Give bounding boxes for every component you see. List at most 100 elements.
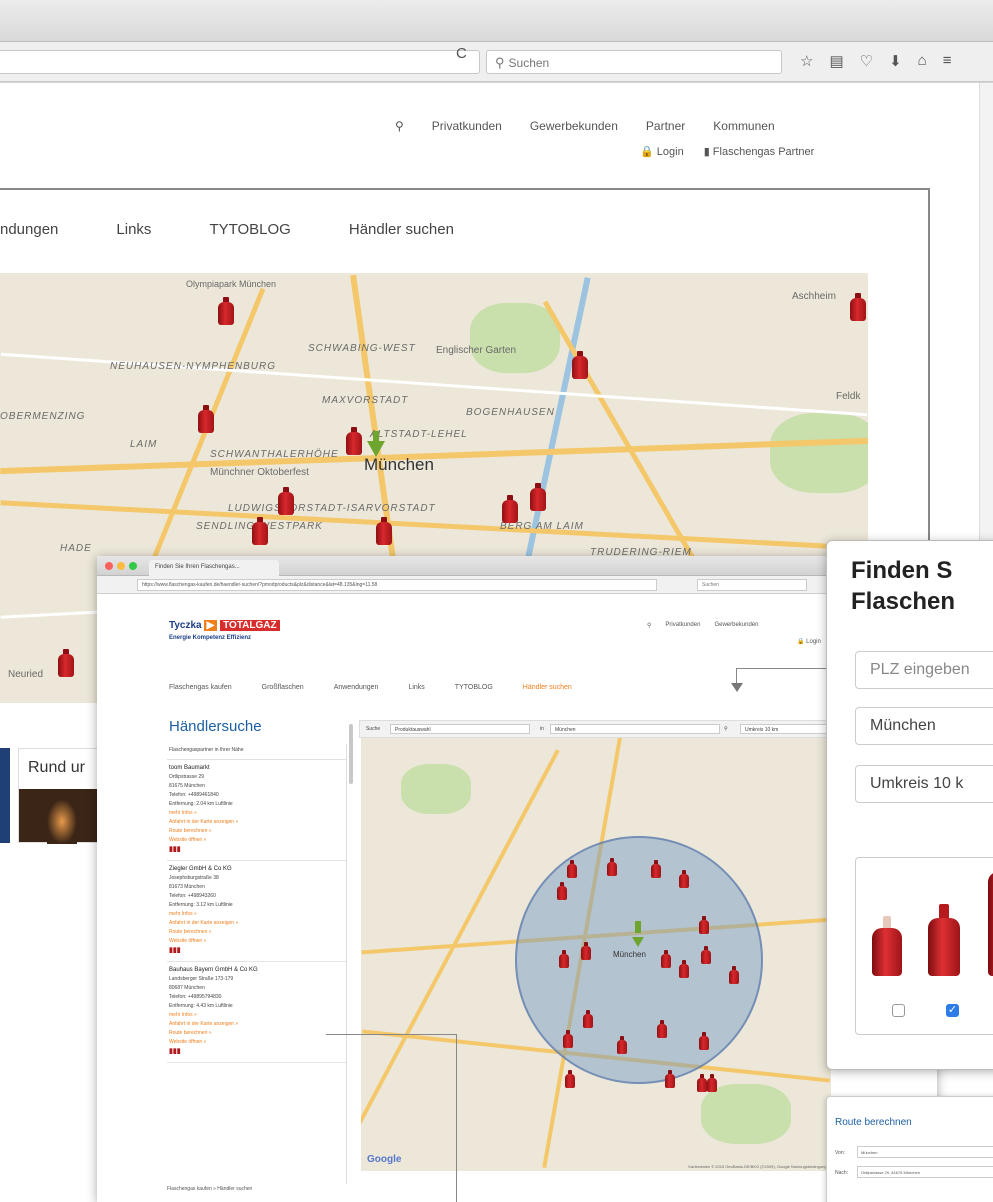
search-icon[interactable]: ⚲	[647, 622, 651, 629]
gas-bottle-marker-icon[interactable]	[557, 882, 567, 900]
nav-tytoblog[interactable]: TYTOBLOG	[455, 684, 493, 691]
gas-bottle-marker-icon[interactable]	[583, 1010, 593, 1028]
search-icon[interactable]: ⚲	[395, 119, 404, 133]
dealer-website-link[interactable]: Website öffnen »	[169, 937, 344, 946]
pocket-icon[interactable]: ♡	[860, 52, 873, 70]
gas-bottle-marker-icon[interactable]	[679, 960, 689, 978]
gas-bottle-marker-icon[interactable]	[58, 649, 74, 677]
inset-url-bar[interactable]: https://www.flaschengas-kaufen.de/haendl…	[137, 579, 657, 591]
reload-icon[interactable]: C	[456, 45, 467, 62]
gas-bottle-marker-icon[interactable]	[661, 950, 671, 968]
login-link[interactable]: 🔒 Login	[797, 638, 821, 645]
bottle-small-checkbox[interactable]	[892, 1004, 905, 1017]
plz-input[interactable]: PLZ eingeben	[855, 651, 993, 689]
gas-bottle-marker-icon[interactable]	[278, 487, 294, 515]
star-icon[interactable]: ☆	[800, 52, 813, 70]
nav-gewerbekunden[interactable]: Gewerbekunden	[714, 622, 758, 629]
dealer-map-link[interactable]: Anfahrt in der Karte anzeigen »	[169, 919, 344, 928]
gas-bottle-marker-icon[interactable]	[502, 495, 518, 523]
gas-bottle-marker-icon[interactable]	[699, 1032, 709, 1050]
gas-bottle-marker-icon[interactable]	[252, 517, 268, 545]
gas-bottle-marker-icon[interactable]	[607, 858, 617, 876]
menu-icon[interactable]: ≡	[943, 52, 952, 70]
nav-anwendungen[interactable]: ndungen	[0, 221, 58, 238]
nav-kommunen[interactable]: Kommunen	[713, 119, 774, 133]
dealer-info-link[interactable]: mehr Infos »	[169, 910, 344, 919]
nav-links[interactable]: Links	[408, 684, 424, 691]
gas-bottle-marker-icon[interactable]	[567, 860, 577, 878]
gas-bottle-marker-icon[interactable]	[376, 517, 392, 545]
breadcrumb[interactable]: Flaschengas kaufen » Händler suchen	[167, 1186, 252, 1192]
gas-bottle-marker-icon[interactable]	[729, 966, 739, 984]
dealer-map-link[interactable]: Anfahrt in der Karte anzeigen »	[169, 1020, 344, 1029]
gas-bottle-marker-icon[interactable]	[699, 916, 709, 934]
nav-privatkunden[interactable]: Privatkunden	[665, 622, 700, 629]
gas-bottle-marker-icon[interactable]	[559, 950, 569, 968]
gas-bottle-marker-icon[interactable]	[665, 1070, 675, 1088]
gas-bottle-marker-icon[interactable]	[563, 1030, 573, 1048]
gas-bottle-marker-icon[interactable]	[701, 946, 711, 964]
gas-bottle-small-icon	[872, 916, 902, 976]
nav-haendler-suchen[interactable]: Händler suchen	[523, 684, 572, 691]
gas-bottle-marker-icon[interactable]	[565, 1070, 575, 1088]
dealer-list[interactable]: Flaschengaspartner in Ihrer Nähe toom Ba…	[167, 744, 347, 1184]
bookmarks-icon[interactable]: ▤	[829, 52, 843, 70]
gas-bottle-marker-icon[interactable]	[651, 860, 661, 878]
page-scrollbar[interactable]	[979, 83, 993, 553]
browser-search-input[interactable]: ⚲ Suchen	[486, 50, 782, 74]
url-bar[interactable]	[0, 50, 480, 74]
dealer-website-link[interactable]: Website öffnen »	[169, 1038, 344, 1047]
city-input[interactable]: München	[550, 724, 720, 734]
gas-bottle-marker-icon[interactable]	[707, 1074, 717, 1092]
nav-gewerbekunden[interactable]: Gewerbekunden	[530, 119, 618, 133]
radius-select[interactable]: Umkreis 10 km	[740, 724, 836, 734]
home-icon[interactable]: ⌂	[918, 52, 927, 70]
gas-bottle-marker-icon[interactable]	[530, 483, 546, 511]
product-select[interactable]: Produktauswahl	[390, 724, 530, 734]
dealer-route-link[interactable]: Route berechnen »	[169, 827, 344, 836]
gas-bottle-marker-icon[interactable]	[198, 405, 214, 433]
dealer-map-link[interactable]: Anfahrt in der Karte anzeigen »	[169, 818, 344, 827]
gas-bottle-marker-icon[interactable]	[218, 297, 234, 325]
gas-bottle-marker-icon[interactable]	[581, 942, 591, 960]
nav-grossflaschen[interactable]: Großflaschen	[262, 684, 304, 691]
inset-tab[interactable]: Finden Sie Ihren Flaschengas...	[149, 560, 279, 576]
download-icon[interactable]: ⬇	[889, 52, 902, 70]
gas-bottle-marker-icon[interactable]	[346, 427, 362, 455]
google-logo: Google	[367, 1154, 402, 1165]
gas-bottle-marker-icon[interactable]	[697, 1074, 707, 1092]
nav-privatkunden[interactable]: Privatkunden	[432, 119, 502, 133]
dealer-info-link[interactable]: mehr Infos »	[169, 1011, 344, 1020]
nav-links[interactable]: Links	[116, 221, 151, 238]
maximize-window-icon[interactable]	[129, 562, 137, 570]
dealer-route-link[interactable]: Route berechnen »	[169, 1029, 344, 1038]
gas-bottle-marker-icon[interactable]	[850, 293, 866, 321]
site-logo[interactable]: Tyczka ▶ TOTALGAZ	[169, 620, 280, 631]
partner-link[interactable]: ▮ Flaschengas Partner	[704, 145, 815, 158]
nav-flaschengas-kaufen[interactable]: Flaschengas kaufen	[169, 684, 232, 691]
radius-select[interactable]: Umkreis 10 k	[855, 765, 993, 803]
teaser-image[interactable]	[0, 748, 10, 843]
login-link[interactable]: 🔒 Login	[640, 145, 684, 158]
nav-partner[interactable]: Partner	[646, 119, 685, 133]
nav-anwendungen[interactable]: Anwendungen	[334, 684, 379, 691]
gas-bottle-marker-icon[interactable]	[617, 1036, 627, 1054]
gas-bottle-marker-icon[interactable]	[572, 351, 588, 379]
list-scrollbar[interactable]	[349, 724, 353, 784]
inset-dealer-map[interactable]: München Google Kartendaten © 2015 GeoBas…	[361, 724, 831, 1171]
inset-search-box[interactable]: Suchen	[697, 579, 807, 591]
route-to-input[interactable]: Ortlipstrasse 29, 81675 München	[857, 1166, 993, 1178]
nav-tytoblog[interactable]: TYTOBLOG	[209, 221, 290, 238]
close-window-icon[interactable]	[105, 562, 113, 570]
nav-haendler-suchen[interactable]: Händler suchen	[349, 221, 454, 238]
bottle-medium-checkbox[interactable]: ✓	[946, 1004, 959, 1017]
search-icon[interactable]: ⚲	[724, 726, 728, 732]
dealer-route-link[interactable]: Route berechnen »	[169, 928, 344, 937]
city-input[interactable]: München	[855, 707, 993, 745]
dealer-info-link[interactable]: mehr Infos »	[169, 809, 344, 818]
route-from-input[interactable]: München	[857, 1146, 993, 1158]
dealer-website-link[interactable]: Website öffnen »	[169, 836, 344, 845]
gas-bottle-marker-icon[interactable]	[657, 1020, 667, 1038]
gas-bottle-marker-icon[interactable]	[679, 870, 689, 888]
minimize-window-icon[interactable]	[117, 562, 125, 570]
